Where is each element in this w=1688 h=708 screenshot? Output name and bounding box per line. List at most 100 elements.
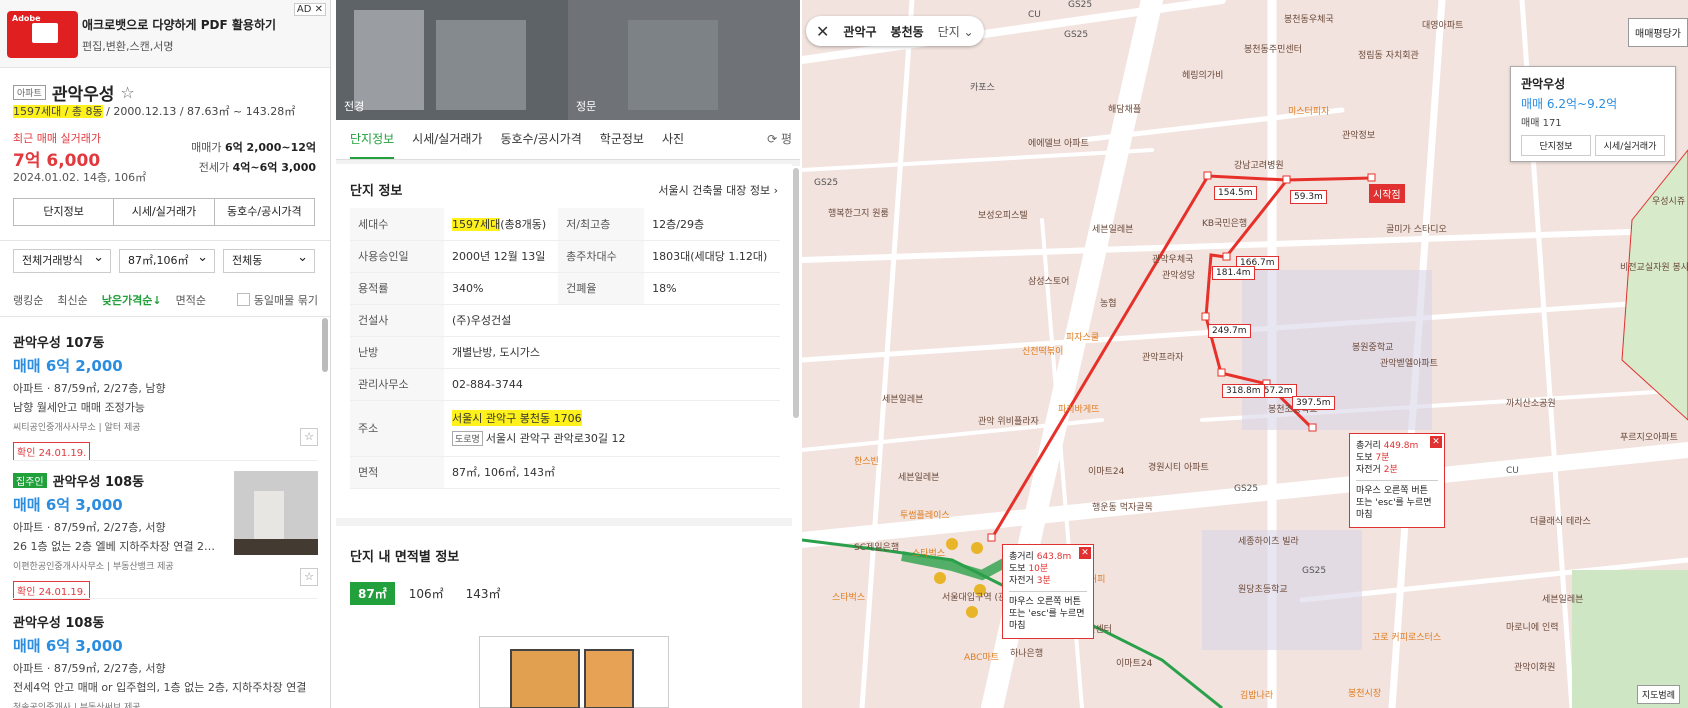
poi[interactable]: 에에델브 아파트 xyxy=(1028,136,1089,149)
poi[interactable]: 우성시쥬 xyxy=(1652,194,1685,207)
map-legend-button[interactable]: 지도범례 xyxy=(1636,685,1680,704)
poi[interactable]: 관악 위비플라자 xyxy=(978,414,1039,427)
poi[interactable]: 봉원중학교 xyxy=(1352,340,1393,353)
ad-banner[interactable]: Adobe 애크로뱃으로 다양하게 PDF 활용하기 편집,변환,스캔,서명 A… xyxy=(0,0,330,68)
poi[interactable]: GS25 xyxy=(1302,566,1326,576)
poi[interactable]: CU xyxy=(1506,466,1519,476)
poi[interactable]: 비전교실자원 봉사센터 xyxy=(1620,260,1688,273)
area-tab[interactable]: 87㎡ xyxy=(350,582,395,605)
poi[interactable]: 헤링의가비 xyxy=(1182,68,1223,81)
map-complex-card[interactable]: 관악우성 매매 6.2억~9.2억 매매 171 단지정보 시세/실거래가 xyxy=(1510,66,1676,162)
poi[interactable]: 신전떡볶이 xyxy=(1022,344,1063,357)
poi[interactable]: GS25 xyxy=(814,178,838,188)
scrollbar[interactable] xyxy=(792,166,800,708)
poi[interactable]: 관악프라자 xyxy=(1142,350,1183,363)
trade-type-select[interactable]: 전체거래방식 xyxy=(13,247,111,273)
poi[interactable]: 농협 xyxy=(1100,296,1117,309)
poi[interactable]: 더클래식 테라스 xyxy=(1530,514,1591,527)
close-icon[interactable]: ✕ xyxy=(1430,436,1442,448)
poi[interactable]: 스타벅스 xyxy=(832,590,865,603)
poi[interactable]: ABC마트 xyxy=(964,650,999,663)
poi[interactable]: 세븐일레븐 xyxy=(898,470,939,483)
crumb-district[interactable]: 관악구 xyxy=(843,23,876,40)
card-price-button[interactable]: 시세/실거래가 xyxy=(1595,135,1665,156)
building-register-link[interactable]: 서울시 건축물 대장 정보 › xyxy=(658,182,778,198)
poi[interactable]: 행운동 먹자골목 xyxy=(1092,500,1153,513)
poi[interactable]: CU xyxy=(1028,10,1041,20)
poi[interactable]: 원당초등학교 xyxy=(1238,582,1288,595)
poi[interactable]: GS25 xyxy=(1234,484,1258,494)
poi[interactable]: GS25 xyxy=(1068,0,1092,10)
poi[interactable]: 세종하이츠 빌라 xyxy=(1238,534,1299,547)
poi[interactable]: 투썸플레이스 xyxy=(900,508,950,521)
sort-latest[interactable]: 최신순 xyxy=(57,292,87,308)
poi[interactable]: 스타벅스 xyxy=(912,546,945,559)
poi[interactable]: 관악벧엘아파트 xyxy=(1380,356,1438,369)
poi[interactable]: 세븐일레븐 xyxy=(1092,222,1133,235)
poi[interactable]: 봉천시장 xyxy=(1348,686,1381,699)
poi[interactable]: KB국민은행 xyxy=(1202,216,1247,229)
poi[interactable]: 대영아파트 xyxy=(1422,18,1463,31)
poi[interactable]: 봉천동주민센터 xyxy=(1244,42,1302,55)
sort-ranking[interactable]: 랭킹순 xyxy=(13,292,43,308)
scrollbar[interactable] xyxy=(322,318,328,372)
poi[interactable]: 김밥나라 xyxy=(1240,688,1273,701)
price-per-pyeong-button[interactable]: 매매평당가 xyxy=(1628,18,1688,47)
poi[interactable]: 고로 커피로스터스 xyxy=(1372,630,1441,643)
bookmark-icon[interactable]: ☆ xyxy=(300,568,318,586)
poi[interactable]: 세븐일레븐 xyxy=(1542,592,1583,605)
poi[interactable]: 정림동 자치회관 xyxy=(1358,48,1419,61)
area-select[interactable]: 87㎡,106㎡ xyxy=(119,247,215,273)
poi[interactable]: 파리바게뜨 xyxy=(1058,402,1099,415)
sort-area[interactable]: 면적순 xyxy=(176,292,206,308)
close-icon[interactable]: ✕ xyxy=(1079,547,1091,559)
poi[interactable]: 관악우체국 xyxy=(1152,252,1193,265)
tab-price[interactable]: 시세/실거래가 xyxy=(412,120,482,159)
list-item[interactable]: 관악우성 107동 매매 6억 2,000 아파트 · 87/59㎡, 2/27… xyxy=(13,332,318,461)
area-tab[interactable]: 143㎡ xyxy=(458,582,509,605)
poi[interactable]: 보성오피스텔 xyxy=(978,208,1028,221)
floor-plan-image[interactable] xyxy=(479,636,669,708)
building-select[interactable]: 전체동 xyxy=(223,247,315,273)
sort-low-price[interactable]: 낮은가격순↓ xyxy=(102,292,162,308)
listing-photo[interactable] xyxy=(234,471,318,555)
poi[interactable]: 행복한그지 원룸 xyxy=(828,206,889,219)
poi[interactable]: 마로니에 인력 xyxy=(1506,620,1559,633)
list-item[interactable]: 관악우성 108동 매매 6억 3,000 아파트 · 87/59㎡, 2/27… xyxy=(13,612,318,708)
list-item[interactable]: 집주인 관악우성 108동 매매 6억 3,000 아파트 · 87/59㎡, 2… xyxy=(13,471,318,600)
poi[interactable]: 관악정보 xyxy=(1342,128,1375,141)
poi[interactable]: 강남고려병원 xyxy=(1234,158,1284,171)
poi[interactable]: GS25 xyxy=(1064,30,1088,40)
poi[interactable]: 경원시티 아파트 xyxy=(1148,460,1209,473)
tab-more[interactable]: ⟳ 평 xyxy=(767,120,792,158)
crumb-complex[interactable]: 단지 ⌄ xyxy=(938,23,974,40)
unit-price-button[interactable]: 동호수/공시가격 xyxy=(215,199,314,225)
poi[interactable]: 피자스쿨 xyxy=(1066,330,1099,343)
photo-exterior[interactable]: 전경 xyxy=(336,0,568,120)
poi[interactable]: 까치산소공원 xyxy=(1506,396,1556,409)
price-button[interactable]: 시세/실거래가 xyxy=(114,199,215,225)
tab-complex-info[interactable]: 단지정보 xyxy=(350,120,395,159)
poi[interactable]: 카포스 xyxy=(970,80,995,93)
photo-gate[interactable]: 정문 xyxy=(568,0,800,120)
ad-close-button[interactable]: AD ✕ xyxy=(293,3,326,16)
tab-school[interactable]: 학군정보 xyxy=(600,120,644,159)
poi[interactable]: 푸르지오아파트 xyxy=(1620,430,1678,443)
close-icon[interactable]: ✕ xyxy=(816,22,829,41)
bookmark-icon[interactable]: ☆ xyxy=(300,428,318,446)
same-listing-checkbox[interactable]: 동일매물 묶기 xyxy=(237,292,318,308)
card-info-button[interactable]: 단지정보 xyxy=(1521,135,1591,156)
map-view[interactable]: GS25 CU 카포스 에에델브 아파트 해담채플 헤링의가비 GS25 봉천동… xyxy=(802,0,1688,708)
poi[interactable]: SC제일은행 xyxy=(854,540,899,553)
poi[interactable]: 삼성스토어 xyxy=(1028,274,1069,287)
poi[interactable]: 관악성당 xyxy=(1162,268,1195,281)
poi[interactable]: 이마트24 xyxy=(1088,464,1124,477)
poi[interactable]: 세븐일레븐 xyxy=(882,392,923,405)
poi[interactable]: 미스터피자 xyxy=(1288,104,1329,117)
area-tab[interactable]: 106㎡ xyxy=(401,582,452,605)
complex-info-button[interactable]: 단지정보 xyxy=(14,199,115,225)
star-icon[interactable]: ☆ xyxy=(120,83,134,102)
tab-photos[interactable]: 사진 xyxy=(662,120,684,159)
poi[interactable]: 봉천동우체국 xyxy=(1284,12,1334,25)
crumb-dong[interactable]: 봉천동 xyxy=(891,23,924,40)
